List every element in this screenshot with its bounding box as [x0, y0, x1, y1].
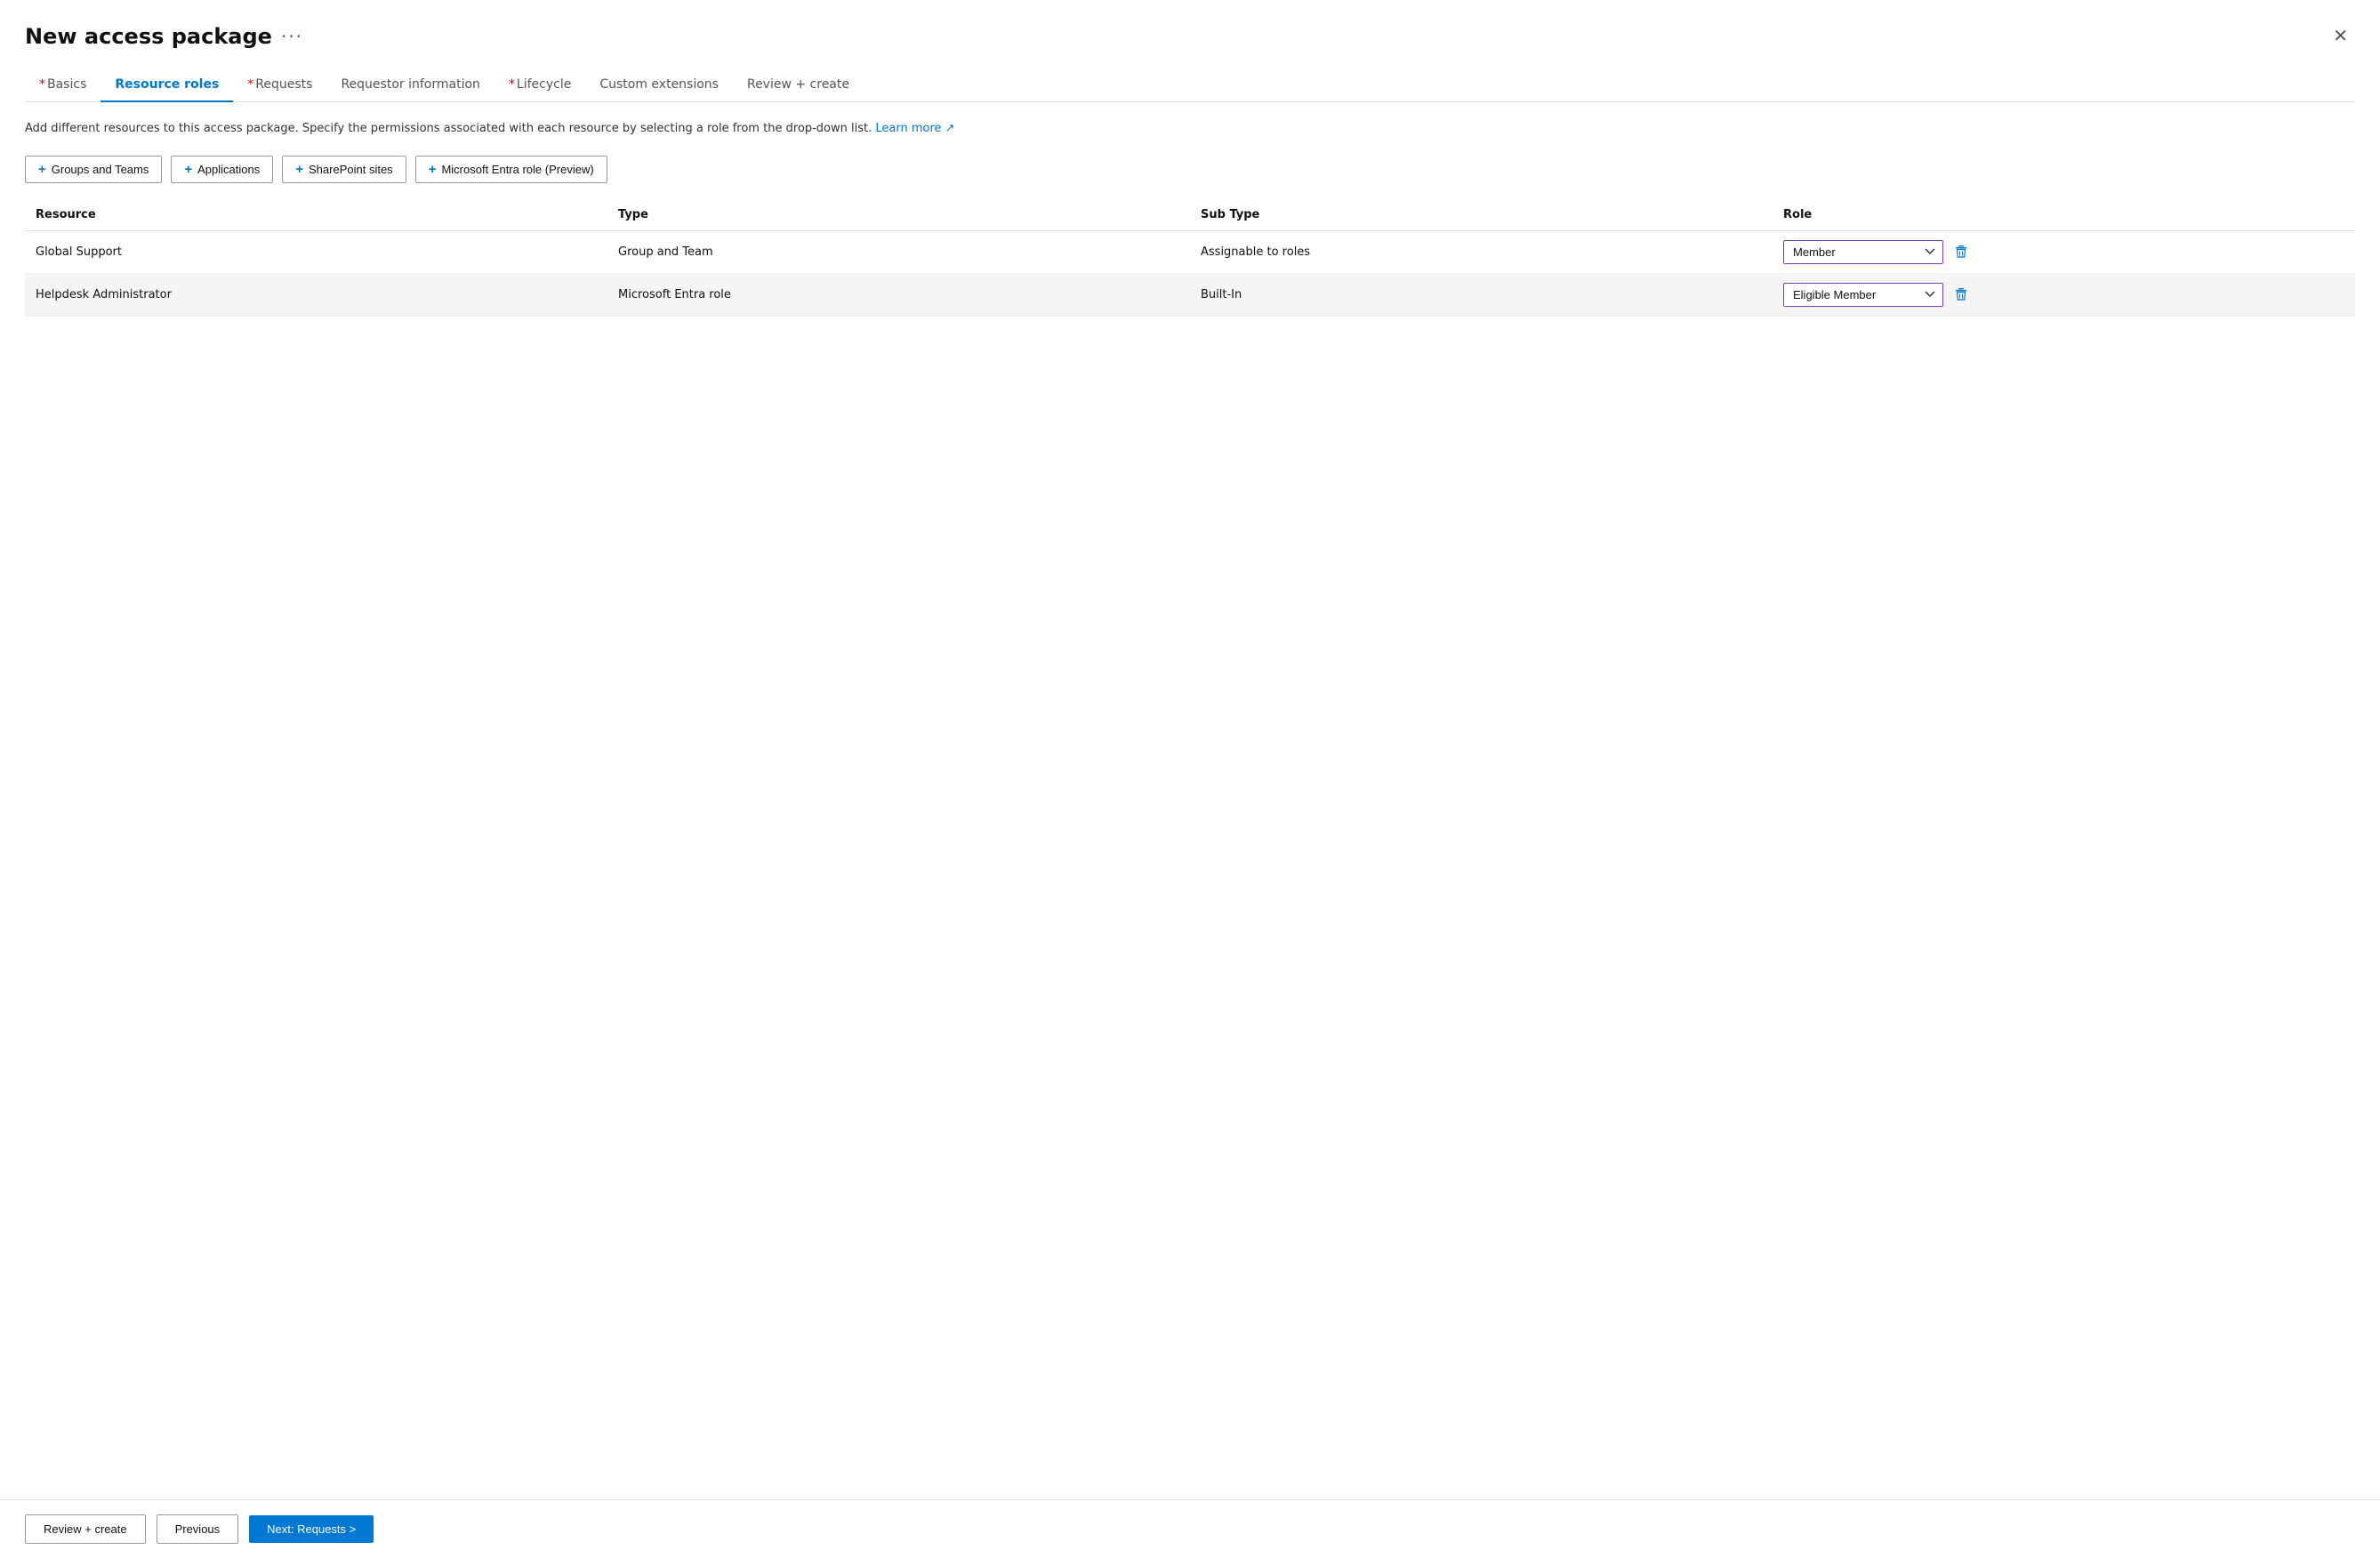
- dialog-title: New access package: [25, 24, 272, 49]
- plus-icon-sharepoint: +: [295, 162, 303, 177]
- plus-icon-applications: +: [184, 162, 192, 177]
- more-options-button[interactable]: ···: [281, 26, 303, 47]
- row2-type: Microsoft Entra role: [607, 273, 1190, 316]
- row1-delete-button[interactable]: [1950, 241, 1972, 262]
- add-applications-button[interactable]: + Applications: [171, 156, 273, 183]
- tab-requests[interactable]: *Requests: [233, 68, 326, 102]
- col-header-resource: Resource: [25, 199, 607, 231]
- tabs-nav: *Basics Resource roles *Requests Request…: [25, 68, 2355, 102]
- col-header-role: Role: [1773, 199, 2355, 231]
- review-create-button[interactable]: Review + create: [25, 1514, 146, 1544]
- row1-role-select[interactable]: Member Owner: [1783, 240, 1943, 264]
- add-groups-teams-button[interactable]: + Groups and Teams: [25, 156, 162, 183]
- trash-icon: [1954, 245, 1968, 259]
- next-button[interactable]: Next: Requests >: [249, 1515, 374, 1543]
- learn-more-link[interactable]: Learn more ↗: [875, 122, 954, 135]
- tab-resource-roles[interactable]: Resource roles: [101, 68, 233, 102]
- tab-review-create[interactable]: Review + create: [733, 68, 864, 102]
- dialog-header: New access package ··· ✕: [25, 21, 2355, 51]
- row1-role-cell: Member Owner: [1773, 230, 2355, 273]
- row1-subtype: Assignable to roles: [1190, 230, 1773, 273]
- tab-lifecycle[interactable]: *Lifecycle: [494, 68, 585, 102]
- row2-delete-button[interactable]: [1950, 284, 1972, 305]
- description-text: Add different resources to this access p…: [25, 120, 2355, 138]
- row1-type: Group and Team: [607, 230, 1190, 273]
- row1-resource: Global Support: [25, 230, 607, 273]
- row2-role-select[interactable]: Eligible Member Active Member: [1783, 283, 1943, 307]
- lifecycle-required-marker: *: [509, 77, 515, 92]
- add-sharepoint-sites-button[interactable]: + SharePoint sites: [282, 156, 406, 183]
- col-header-type: Type: [607, 199, 1190, 231]
- col-header-subtype: Sub Type: [1190, 199, 1773, 231]
- footer: Review + create Previous Next: Requests …: [0, 1499, 2380, 1558]
- table-header-row: Resource Type Sub Type Role: [25, 199, 2355, 231]
- dialog: New access package ··· ✕ *Basics Resourc…: [0, 0, 2380, 1499]
- dialog-title-row: New access package ···: [25, 24, 303, 49]
- action-buttons-row: + Groups and Teams + Applications + Shar…: [25, 156, 2355, 183]
- basics-required-marker: *: [39, 77, 45, 92]
- table-row: Helpdesk Administrator Microsoft Entra r…: [25, 273, 2355, 316]
- resource-roles-table: Resource Type Sub Type Role Global S: [25, 199, 2355, 317]
- table-row: Global Support Group and Team Assignable…: [25, 230, 2355, 273]
- tab-custom-extensions[interactable]: Custom extensions: [585, 68, 733, 102]
- tab-basics[interactable]: *Basics: [25, 68, 101, 102]
- resource-roles-table-container: Resource Type Sub Type Role Global S: [25, 199, 2355, 1500]
- tab-requestor-info[interactable]: Requestor information: [326, 68, 494, 102]
- row2-subtype: Built-In: [1190, 273, 1773, 316]
- requests-required-marker: *: [247, 77, 253, 92]
- row2-role-cell: Eligible Member Active Member: [1773, 273, 2355, 316]
- plus-icon-entra: +: [429, 162, 437, 177]
- previous-button[interactable]: Previous: [157, 1514, 239, 1544]
- trash-icon: [1954, 287, 1968, 301]
- plus-icon-groups: +: [38, 162, 46, 177]
- row2-resource: Helpdesk Administrator: [25, 273, 607, 316]
- add-entra-role-button[interactable]: + Microsoft Entra role (Preview): [415, 156, 607, 183]
- row2-role-container: Eligible Member Active Member: [1783, 283, 2344, 307]
- row1-role-container: Member Owner: [1783, 240, 2344, 264]
- close-button[interactable]: ✕: [2326, 21, 2355, 51]
